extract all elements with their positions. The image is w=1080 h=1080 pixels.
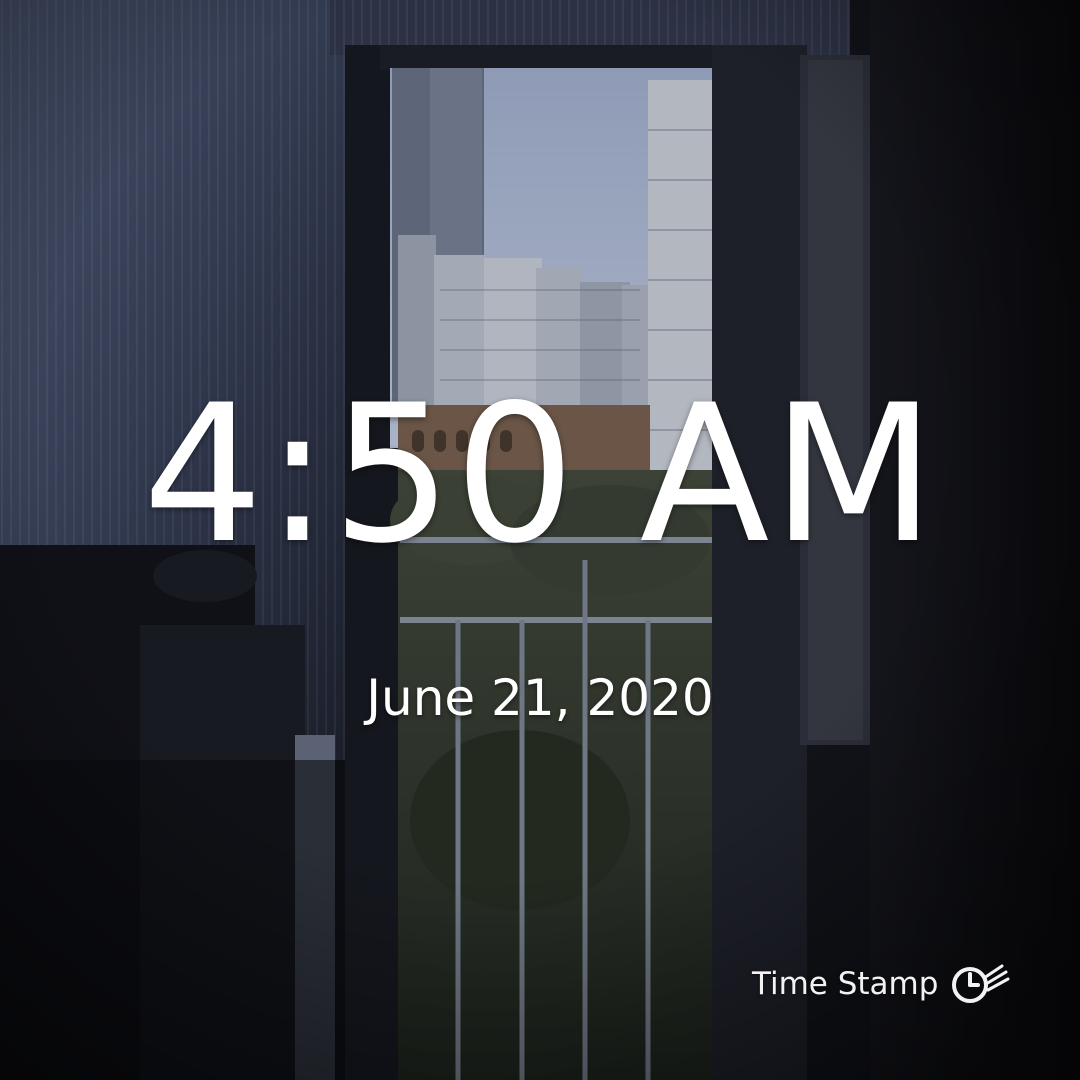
clock-stamp-icon xyxy=(952,964,1010,1003)
watermark-label: Time Stamp xyxy=(752,966,939,1002)
date-overlay: June 21, 2020 xyxy=(366,669,714,727)
timestamp-watermark: Time Stamp xyxy=(752,960,1012,1008)
time-overlay: 4:50 AM xyxy=(142,364,938,585)
